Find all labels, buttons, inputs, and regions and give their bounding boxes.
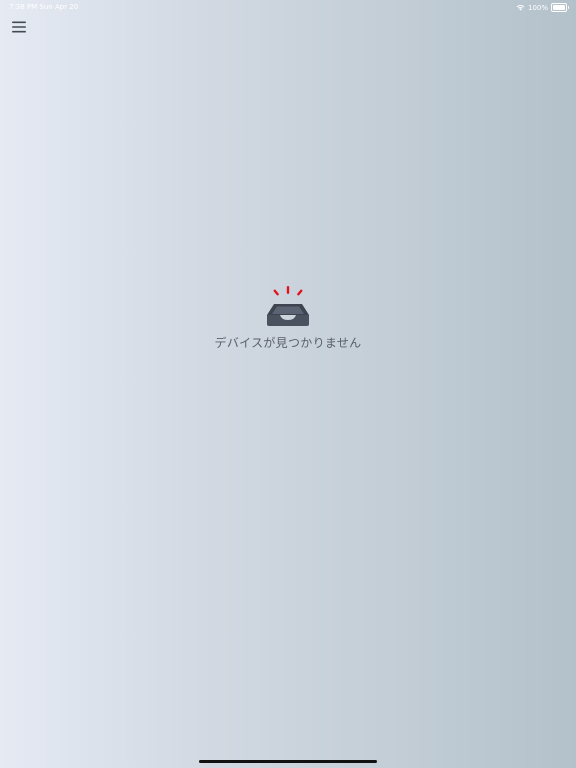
empty-tray-alert-icon: [267, 286, 309, 326]
empty-message: デバイスが見つかりません: [214, 336, 362, 350]
hamburger-menu-icon: [12, 21, 26, 33]
wifi-icon: [516, 4, 525, 11]
status-bar: 7:38 PM Sun Apr 20 100%: [0, 0, 576, 14]
battery-percentage: 100%: [527, 3, 548, 12]
status-time: 7:38 PM Sun Apr 20: [9, 3, 79, 11]
empty-state: デバイスが見つかりません: [0, 284, 576, 351]
status-indicators: 100%: [516, 3, 569, 12]
battery-icon: [551, 3, 569, 12]
home-indicator[interactable]: [199, 760, 377, 763]
menu-button[interactable]: [10, 18, 28, 36]
